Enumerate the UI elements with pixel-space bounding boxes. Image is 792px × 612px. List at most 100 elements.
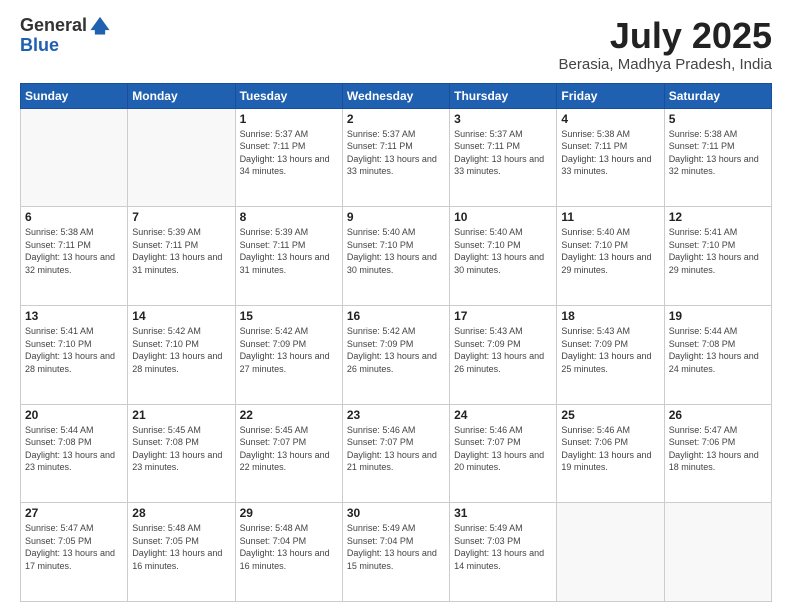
day-number: 24 (454, 408, 552, 422)
day-info: Sunrise: 5:41 AMSunset: 7:10 PMDaylight:… (25, 325, 123, 375)
day-number: 12 (669, 210, 767, 224)
day-info: Sunrise: 5:37 AMSunset: 7:11 PMDaylight:… (454, 128, 552, 178)
day-info: Sunrise: 5:38 AMSunset: 7:11 PMDaylight:… (25, 226, 123, 276)
calendar-cell: 22 Sunrise: 5:45 AMSunset: 7:07 PMDayligh… (235, 404, 342, 503)
day-number: 18 (561, 309, 659, 323)
day-number: 27 (25, 506, 123, 520)
day-number: 1 (240, 112, 338, 126)
day-number: 3 (454, 112, 552, 126)
day-number: 26 (669, 408, 767, 422)
day-info: Sunrise: 5:37 AMSunset: 7:11 PMDaylight:… (240, 128, 338, 178)
day-number: 22 (240, 408, 338, 422)
calendar-cell: 18 Sunrise: 5:43 AMSunset: 7:09 PMDayligh… (557, 305, 664, 404)
calendar-table: Sunday Monday Tuesday Wednesday Thursday… (20, 83, 772, 602)
day-number: 29 (240, 506, 338, 520)
day-info: Sunrise: 5:48 AMSunset: 7:05 PMDaylight:… (132, 522, 230, 572)
day-number: 11 (561, 210, 659, 224)
calendar-cell (21, 108, 128, 207)
day-info: Sunrise: 5:45 AMSunset: 7:08 PMDaylight:… (132, 424, 230, 474)
day-number: 20 (25, 408, 123, 422)
day-info: Sunrise: 5:43 AMSunset: 7:09 PMDaylight:… (561, 325, 659, 375)
day-info: Sunrise: 5:38 AMSunset: 7:11 PMDaylight:… (561, 128, 659, 178)
day-number: 10 (454, 210, 552, 224)
col-sunday: Sunday (21, 83, 128, 108)
day-info: Sunrise: 5:37 AMSunset: 7:11 PMDaylight:… (347, 128, 445, 178)
day-info: Sunrise: 5:46 AMSunset: 7:06 PMDaylight:… (561, 424, 659, 474)
calendar-week-2: 6 Sunrise: 5:38 AMSunset: 7:11 PMDaylight… (21, 207, 772, 306)
day-number: 19 (669, 309, 767, 323)
day-info: Sunrise: 5:41 AMSunset: 7:10 PMDaylight:… (669, 226, 767, 276)
day-info: Sunrise: 5:40 AMSunset: 7:10 PMDaylight:… (561, 226, 659, 276)
calendar-cell: 6 Sunrise: 5:38 AMSunset: 7:11 PMDaylight… (21, 207, 128, 306)
title-month: July 2025 (559, 16, 772, 56)
day-info: Sunrise: 5:38 AMSunset: 7:11 PMDaylight:… (669, 128, 767, 178)
col-tuesday: Tuesday (235, 83, 342, 108)
calendar-cell: 26 Sunrise: 5:47 AMSunset: 7:06 PMDayligh… (664, 404, 771, 503)
calendar-cell: 20 Sunrise: 5:44 AMSunset: 7:08 PMDayligh… (21, 404, 128, 503)
calendar-cell: 5 Sunrise: 5:38 AMSunset: 7:11 PMDaylight… (664, 108, 771, 207)
day-number: 6 (25, 210, 123, 224)
calendar-cell: 9 Sunrise: 5:40 AMSunset: 7:10 PMDaylight… (342, 207, 449, 306)
day-info: Sunrise: 5:49 AMSunset: 7:04 PMDaylight:… (347, 522, 445, 572)
calendar-cell: 4Sunrise: 5:38 AMSunset: 7:11 PMDaylight… (557, 108, 664, 207)
day-info: Sunrise: 5:40 AMSunset: 7:10 PMDaylight:… (347, 226, 445, 276)
calendar-cell: 2 Sunrise: 5:37 AMSunset: 7:11 PMDaylight… (342, 108, 449, 207)
day-number: 2 (347, 112, 445, 126)
day-info: Sunrise: 5:47 AMSunset: 7:05 PMDaylight:… (25, 522, 123, 572)
day-info: Sunrise: 5:45 AMSunset: 7:07 PMDaylight:… (240, 424, 338, 474)
day-info: Sunrise: 5:49 AMSunset: 7:03 PMDaylight:… (454, 522, 552, 572)
calendar-cell: 3 Sunrise: 5:37 AMSunset: 7:11 PMDaylight… (450, 108, 557, 207)
day-info: Sunrise: 5:46 AMSunset: 7:07 PMDaylight:… (347, 424, 445, 474)
calendar-cell: 16Sunrise: 5:42 AMSunset: 7:09 PMDayligh… (342, 305, 449, 404)
day-info: Sunrise: 5:42 AMSunset: 7:10 PMDaylight:… (132, 325, 230, 375)
day-number: 30 (347, 506, 445, 520)
calendar-cell: 29 Sunrise: 5:48 AMSunset: 7:04 PMDayligh… (235, 503, 342, 602)
day-number: 5 (669, 112, 767, 126)
calendar-cell: 7Sunrise: 5:39 AMSunset: 7:11 PMDaylight… (128, 207, 235, 306)
calendar-week-1: 1 Sunrise: 5:37 AMSunset: 7:11 PMDaylight… (21, 108, 772, 207)
calendar-week-4: 20 Sunrise: 5:44 AMSunset: 7:08 PMDayligh… (21, 404, 772, 503)
col-wednesday: Wednesday (342, 83, 449, 108)
col-monday: Monday (128, 83, 235, 108)
calendar-header-row: Sunday Monday Tuesday Wednesday Thursday… (21, 83, 772, 108)
calendar-cell: 30 Sunrise: 5:49 AMSunset: 7:04 PMDayligh… (342, 503, 449, 602)
col-friday: Friday (557, 83, 664, 108)
calendar-cell: 15 Sunrise: 5:42 AMSunset: 7:09 PMDayligh… (235, 305, 342, 404)
day-info: Sunrise: 5:39 AMSunset: 7:11 PMDaylight:… (240, 226, 338, 276)
header: General Blue July 2025 Berasia, Madhya P… (20, 16, 772, 73)
day-number: 15 (240, 309, 338, 323)
calendar-cell: 25Sunrise: 5:46 AMSunset: 7:06 PMDayligh… (557, 404, 664, 503)
day-info: Sunrise: 5:48 AMSunset: 7:04 PMDaylight:… (240, 522, 338, 572)
day-number: 13 (25, 309, 123, 323)
day-number: 9 (347, 210, 445, 224)
calendar-cell: 31Sunrise: 5:49 AMSunset: 7:03 PMDayligh… (450, 503, 557, 602)
calendar-cell: 1 Sunrise: 5:37 AMSunset: 7:11 PMDaylight… (235, 108, 342, 207)
day-info: Sunrise: 5:42 AMSunset: 7:09 PMDaylight:… (240, 325, 338, 375)
calendar-cell (664, 503, 771, 602)
calendar-cell: 23 Sunrise: 5:46 AMSunset: 7:07 PMDayligh… (342, 404, 449, 503)
calendar-cell: 11 Sunrise: 5:40 AMSunset: 7:10 PMDayligh… (557, 207, 664, 306)
calendar-cell: 27 Sunrise: 5:47 AMSunset: 7:05 PMDayligh… (21, 503, 128, 602)
calendar-week-5: 27 Sunrise: 5:47 AMSunset: 7:05 PMDayligh… (21, 503, 772, 602)
calendar-cell (128, 108, 235, 207)
col-saturday: Saturday (664, 83, 771, 108)
calendar-cell: 19Sunrise: 5:44 AMSunset: 7:08 PMDayligh… (664, 305, 771, 404)
day-number: 14 (132, 309, 230, 323)
day-info: Sunrise: 5:46 AMSunset: 7:07 PMDaylight:… (454, 424, 552, 474)
day-info: Sunrise: 5:43 AMSunset: 7:09 PMDaylight:… (454, 325, 552, 375)
calendar-cell: 28 Sunrise: 5:48 AMSunset: 7:05 PMDayligh… (128, 503, 235, 602)
day-info: Sunrise: 5:47 AMSunset: 7:06 PMDaylight:… (669, 424, 767, 474)
day-number: 28 (132, 506, 230, 520)
col-thursday: Thursday (450, 83, 557, 108)
logo-icon (89, 14, 111, 36)
calendar-cell: 24 Sunrise: 5:46 AMSunset: 7:07 PMDayligh… (450, 404, 557, 503)
calendar-cell: 8Sunrise: 5:39 AMSunset: 7:11 PMDaylight… (235, 207, 342, 306)
day-number: 23 (347, 408, 445, 422)
logo-blue-text: Blue (20, 36, 111, 56)
calendar-cell: 21 Sunrise: 5:45 AMSunset: 7:08 PMDayligh… (128, 404, 235, 503)
day-number: 17 (454, 309, 552, 323)
title-location: Berasia, Madhya Pradesh, India (559, 56, 772, 73)
day-info: Sunrise: 5:44 AMSunset: 7:08 PMDaylight:… (25, 424, 123, 474)
day-number: 7 (132, 210, 230, 224)
day-number: 21 (132, 408, 230, 422)
